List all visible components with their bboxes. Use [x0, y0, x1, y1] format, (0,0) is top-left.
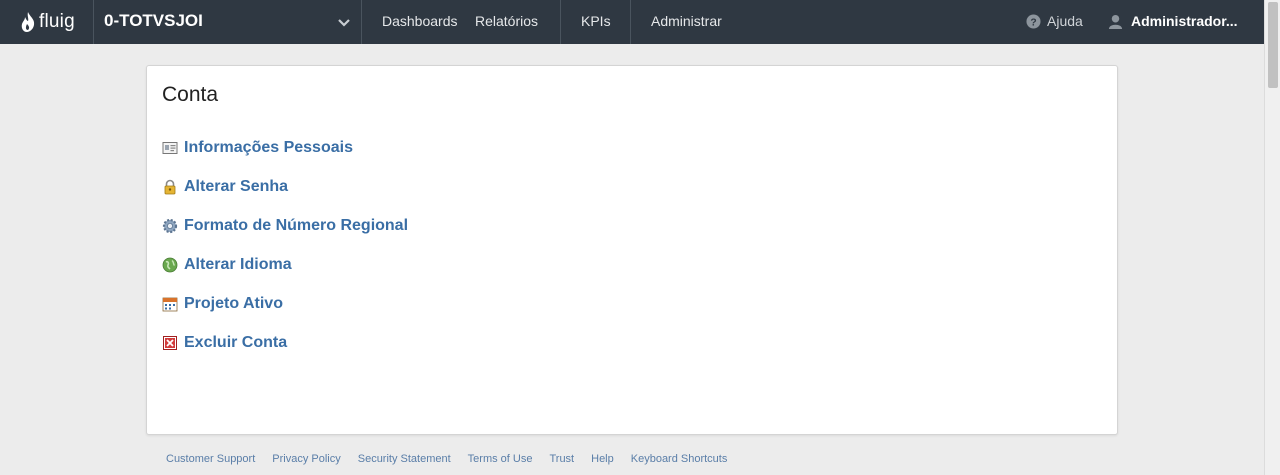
- fluig-logo[interactable]: fluig: [20, 8, 80, 36]
- page-scrollbar[interactable]: [1264, 0, 1280, 475]
- svg-text:?: ?: [1030, 17, 1036, 28]
- footer-security-statement[interactable]: Security Statement: [358, 453, 451, 465]
- menu-item-label: Informações Pessoais: [184, 139, 353, 156]
- menu-item-regional-format[interactable]: Formato de Número Regional: [162, 216, 408, 236]
- top-navbar: fluig 0-TOTVSJOI Dashboards Relatórios K…: [0, 0, 1264, 44]
- menu-item-change-language[interactable]: Alterar Idioma: [162, 255, 292, 275]
- menu-item-delete-account[interactable]: Excluir Conta: [162, 333, 287, 353]
- globe-icon: [162, 257, 178, 273]
- nav-administrar[interactable]: Administrar: [651, 13, 722, 29]
- footer-keyboard-shortcuts[interactable]: Keyboard Shortcuts: [631, 453, 728, 465]
- footer-trust[interactable]: Trust: [549, 453, 574, 465]
- logo-text: fluig: [39, 11, 75, 32]
- account-panel: Conta Informações Pessoais Alterar Senha…: [146, 65, 1118, 435]
- flame-icon: [21, 12, 35, 32]
- user-menu[interactable]: Administrador...: [1108, 13, 1238, 29]
- id-card-icon: [162, 142, 178, 154]
- nav-kpis[interactable]: KPIs: [581, 13, 611, 29]
- gear-icon: [162, 218, 178, 234]
- menu-item-active-project[interactable]: Projeto Ativo: [162, 294, 283, 314]
- help-link[interactable]: ? Ajuda: [1026, 13, 1083, 29]
- navbar-divider: [93, 0, 94, 44]
- scrollbar-thumb[interactable]: [1268, 2, 1278, 88]
- menu-item-label: Alterar Senha: [184, 178, 289, 195]
- page-title: Conta: [162, 83, 219, 106]
- user-label: Administrador...: [1131, 13, 1238, 29]
- navbar-divider: [560, 0, 561, 44]
- menu-item-label: Projeto Ativo: [184, 295, 283, 312]
- chevron-down-icon[interactable]: [336, 14, 352, 30]
- footer-terms-of-use[interactable]: Terms of Use: [468, 453, 533, 465]
- nav-relatorios[interactable]: Relatórios: [475, 13, 538, 29]
- navbar-divider: [630, 0, 631, 44]
- lock-icon: [164, 179, 176, 195]
- nav-dashboards[interactable]: Dashboards: [382, 13, 458, 29]
- menu-item-personal-info[interactable]: Informações Pessoais: [162, 138, 353, 158]
- user-icon: [1108, 14, 1123, 29]
- footer-customer-support[interactable]: Customer Support: [166, 453, 255, 465]
- calendar-icon: [162, 297, 178, 312]
- footer-privacy-policy[interactable]: Privacy Policy: [272, 453, 340, 465]
- menu-item-label: Excluir Conta: [184, 334, 288, 351]
- footer-links: Customer Support Privacy Policy Security…: [166, 453, 727, 465]
- context-name[interactable]: 0-TOTVSJOI: [104, 11, 203, 31]
- navbar-divider: [361, 0, 362, 44]
- menu-item-label: Alterar Idioma: [184, 256, 292, 273]
- question-circle-icon: ?: [1026, 13, 1041, 29]
- help-label: Ajuda: [1047, 13, 1083, 29]
- delete-icon: [163, 336, 177, 350]
- menu-item-change-password[interactable]: Alterar Senha: [162, 177, 288, 197]
- menu-item-label: Formato de Número Regional: [184, 217, 409, 234]
- footer-help[interactable]: Help: [591, 453, 614, 465]
